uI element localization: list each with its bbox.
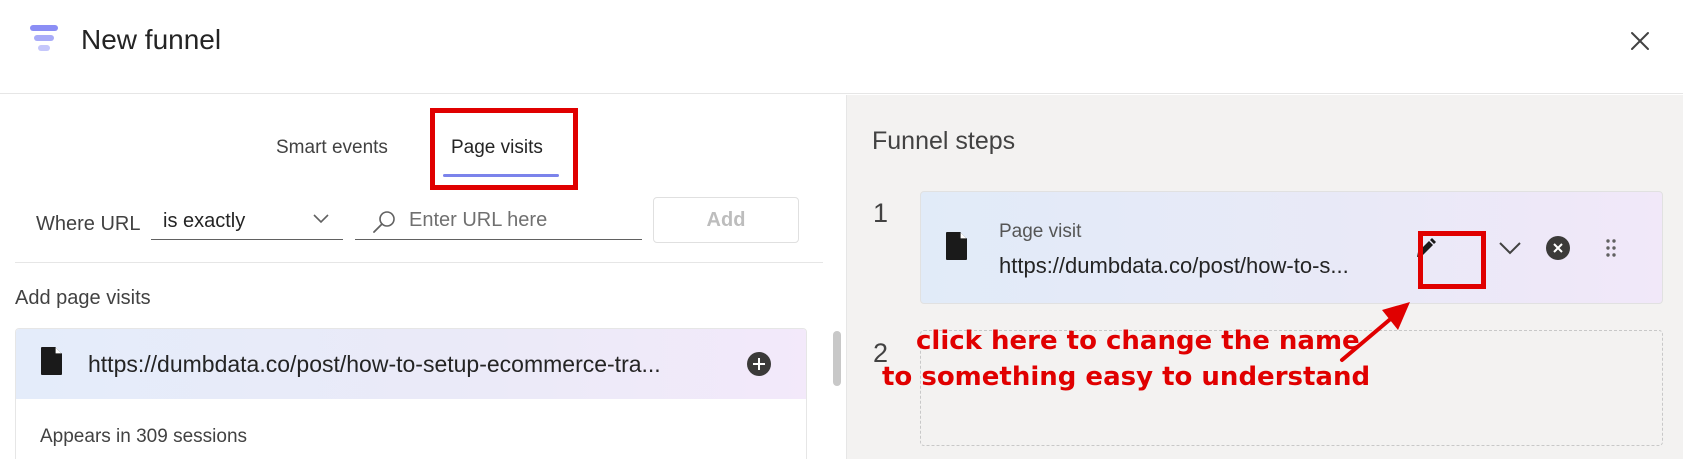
- funnel-step-card: Page visit https://dumbdata.co/post/how-…: [920, 191, 1663, 304]
- add-page-visits-label: Add page visits: [15, 287, 151, 309]
- remove-circle-icon[interactable]: [1545, 235, 1571, 261]
- url-input[interactable]: [409, 205, 634, 235]
- search-icon: [373, 211, 395, 233]
- page-visit-item[interactable]: https://dumbdata.co/post/how-to-setup-ec…: [16, 329, 806, 399]
- scrollbar-thumb[interactable]: [833, 331, 841, 386]
- url-input-wrapper: [355, 199, 642, 240]
- left-panel: Smart events Page visits Where URL is ex…: [0, 95, 846, 459]
- tab-smart-events[interactable]: Smart events: [276, 135, 388, 161]
- operator-value: is exactly: [163, 210, 246, 232]
- step-number: 1: [873, 198, 889, 228]
- annotation-line-1: click here to change the name: [916, 326, 1360, 356]
- annotation-line-2: to something easy to understand: [882, 362, 1371, 392]
- right-panel: Funnel steps 1 Page visit https://dumbda…: [846, 95, 1683, 459]
- where-url-label: Where URL: [36, 213, 141, 235]
- step-type-label: Page visit: [999, 221, 1082, 242]
- dialog-header: New funnel: [0, 0, 1683, 94]
- step-url: https://dumbdata.co/post/how-to-s...: [999, 253, 1349, 278]
- funnel-logo-icon: [30, 25, 58, 51]
- funnel-steps-title: Funnel steps: [872, 127, 1016, 155]
- drag-handle-icon[interactable]: [1604, 237, 1618, 259]
- close-icon[interactable]: [1625, 26, 1655, 56]
- add-circle-icon[interactable]: [746, 351, 772, 377]
- document-icon: [41, 347, 62, 375]
- dialog-title: New funnel: [81, 24, 222, 55]
- chevron-down-icon[interactable]: [1496, 236, 1524, 260]
- tab-highlight-box: [430, 108, 578, 190]
- page-visit-url: https://dumbdata.co/post/how-to-setup-ec…: [88, 351, 661, 377]
- add-button[interactable]: Add: [653, 197, 799, 243]
- operator-dropdown[interactable]: is exactly: [151, 199, 343, 240]
- document-icon: [946, 232, 967, 260]
- edit-highlight-box: [1418, 231, 1486, 289]
- annotation-text: click here to change the name to somethi…: [882, 323, 1370, 395]
- page-visit-card: https://dumbdata.co/post/how-to-setup-ec…: [15, 328, 807, 459]
- sessions-count: Appears in 309 sessions: [40, 426, 248, 447]
- divider: [15, 262, 823, 263]
- chevron-down-icon: [313, 214, 329, 224]
